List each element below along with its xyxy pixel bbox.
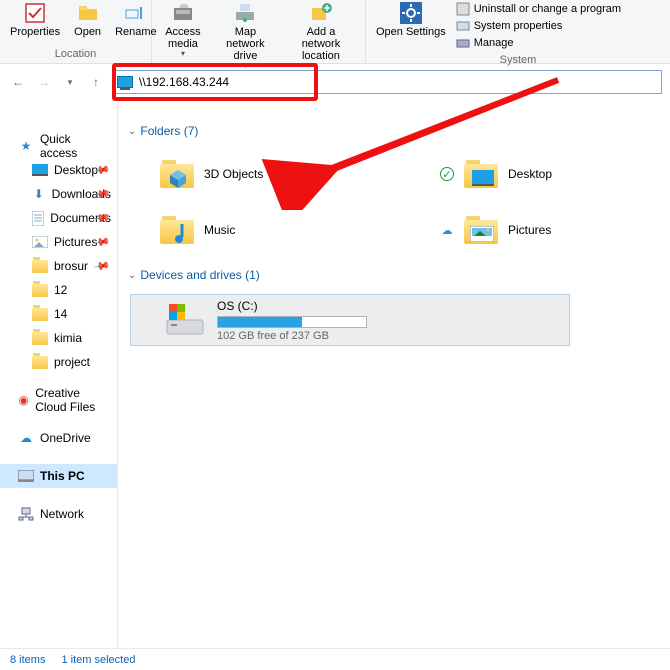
sidebar-12[interactable]: 12	[0, 278, 117, 302]
drive-name: OS (C:)	[217, 299, 569, 313]
folder-icon	[32, 258, 48, 274]
ribbon-group-label-system: System	[370, 52, 666, 69]
folders-grid: 3D Objects ✓ Desktop Music ☁ Pi	[122, 146, 670, 258]
status-selected: 1 item selected	[61, 654, 135, 666]
sidebar-onedrive[interactable]: ☁ OneDrive	[0, 426, 117, 450]
manage-icon	[456, 36, 470, 50]
address-bar-wrap: \\192.168.43.244	[112, 70, 662, 94]
folder-icon	[464, 160, 498, 188]
properties-label: Properties	[10, 26, 60, 38]
drive-icon	[165, 302, 205, 338]
open-settings-button[interactable]: Open Settings	[370, 0, 448, 38]
add-network-location-button[interactable]: Add a network location	[281, 0, 361, 62]
computer-icon	[117, 76, 133, 88]
access-media-button[interactable]: Access media ▾	[156, 0, 210, 59]
pin-icon: 📌	[93, 257, 112, 276]
address-value: \\192.168.43.244	[139, 75, 229, 89]
sidebar-documents[interactable]: Documents📌	[0, 206, 117, 230]
system-properties-link[interactable]: System properties	[456, 19, 621, 33]
sidebar-quick-access[interactable]: ★ Quick access	[0, 134, 117, 158]
content: ⌄ Folders (7) 3D Objects ✓ Desktop	[118, 100, 670, 648]
this-pc-icon	[18, 468, 34, 484]
open-label: Open	[74, 26, 101, 38]
star-icon: ★	[18, 138, 34, 154]
drives-header[interactable]: ⌄ Devices and drives (1)	[122, 262, 670, 290]
forward-button[interactable]: →	[34, 72, 54, 92]
drive-os-c[interactable]: OS (C:) 102 GB free of 237 GB	[130, 294, 570, 346]
access-media-label: Access media	[162, 26, 204, 50]
folder-icon	[32, 282, 48, 298]
up-button[interactable]: ↑	[86, 72, 106, 92]
status-item-count: 8 items	[10, 654, 45, 666]
checkbox-icon	[24, 2, 46, 24]
chevron-down-icon: ⌄	[128, 126, 136, 137]
folders-header[interactable]: ⌄ Folders (7)	[122, 118, 670, 146]
sidebar-project[interactable]: project	[0, 350, 117, 374]
uninstall-link[interactable]: Uninstall or change a program	[456, 2, 621, 16]
sidebar-brosur[interactable]: brosur📌	[0, 254, 117, 278]
network-drive-icon	[234, 2, 256, 24]
recent-dropdown-icon[interactable]: ▾	[60, 72, 80, 92]
settings-gear-icon	[400, 2, 422, 24]
sidebar-14[interactable]: 14	[0, 302, 117, 326]
properties-button[interactable]: Properties	[4, 0, 66, 38]
sidebar-kimia[interactable]: kimia	[0, 326, 117, 350]
folder-icon	[32, 354, 48, 370]
ribbon: Properties Open Rename Location	[0, 0, 670, 64]
sync-badge-icon: ✓	[440, 167, 454, 181]
folder-icon	[464, 216, 498, 244]
add-location-icon	[310, 2, 332, 24]
ribbon-group-system: Open Settings Uninstall or change a prog…	[366, 0, 670, 63]
chevron-down-icon: ⌄	[128, 270, 136, 281]
sidebar-pictures[interactable]: Pictures📌	[0, 230, 117, 254]
nav-row: ← → ▾ ↑ \\192.168.43.244	[0, 64, 670, 100]
back-button[interactable]: ←	[8, 72, 28, 92]
manage-link[interactable]: Manage	[456, 36, 621, 50]
sidebar: ★ Quick access Desktop📌 ⬇ Downloads📌 Doc…	[0, 100, 118, 648]
system-links: Uninstall or change a program System pro…	[450, 0, 627, 52]
ribbon-group-label-location: Location	[4, 46, 147, 63]
download-icon: ⬇	[32, 186, 46, 202]
folder-music[interactable]: Music	[160, 202, 440, 258]
folder-3d-objects[interactable]: 3D Objects	[160, 146, 440, 202]
open-folder-icon	[77, 2, 99, 24]
sidebar-network[interactable]: Network	[0, 502, 117, 526]
map-network-drive-button[interactable]: Map network drive ▾	[212, 0, 279, 71]
sidebar-downloads[interactable]: ⬇ Downloads📌	[0, 182, 117, 206]
folder-icon	[160, 216, 194, 244]
folder-pictures[interactable]: ☁ Pictures	[440, 202, 670, 258]
desktop-icon	[32, 162, 48, 178]
rename-label: Rename	[115, 26, 157, 38]
network-icon	[18, 506, 34, 522]
add-location-label: Add a network location	[287, 26, 355, 62]
dropdown-caret-icon: ▾	[181, 50, 185, 59]
uninstall-icon	[456, 2, 470, 16]
drive-usage-bar	[217, 316, 367, 328]
open-button[interactable]: Open	[68, 0, 107, 38]
folder-icon	[32, 306, 48, 322]
folder-desktop[interactable]: ✓ Desktop	[440, 146, 670, 202]
sidebar-creative-cloud[interactable]: ◉ Creative Cloud Files	[0, 388, 117, 412]
folder-icon	[160, 160, 194, 188]
document-icon	[32, 210, 44, 226]
creative-cloud-icon: ◉	[18, 392, 29, 408]
cloud-badge-icon: ☁	[440, 223, 454, 237]
status-bar: 8 items 1 item selected	[0, 648, 670, 670]
map-drive-label: Map network drive	[218, 26, 273, 62]
folder-icon	[32, 330, 48, 346]
rename-icon	[125, 2, 147, 24]
ribbon-group-location: Properties Open Rename Location	[0, 0, 152, 63]
open-settings-label: Open Settings	[376, 26, 446, 38]
onedrive-icon: ☁	[18, 430, 34, 446]
picture-icon	[32, 234, 48, 250]
main: ★ Quick access Desktop📌 ⬇ Downloads📌 Doc…	[0, 100, 670, 648]
sidebar-desktop[interactable]: Desktop📌	[0, 158, 117, 182]
ribbon-group-network: Access media ▾ Map network drive ▾ Add a…	[152, 0, 366, 63]
sidebar-this-pc[interactable]: This PC	[0, 464, 117, 488]
media-server-icon	[172, 2, 194, 24]
drive-info: OS (C:) 102 GB free of 237 GB	[217, 299, 569, 342]
drive-free-text: 102 GB free of 237 GB	[217, 330, 569, 342]
address-bar[interactable]: \\192.168.43.244	[112, 70, 662, 94]
system-props-icon	[456, 19, 470, 33]
